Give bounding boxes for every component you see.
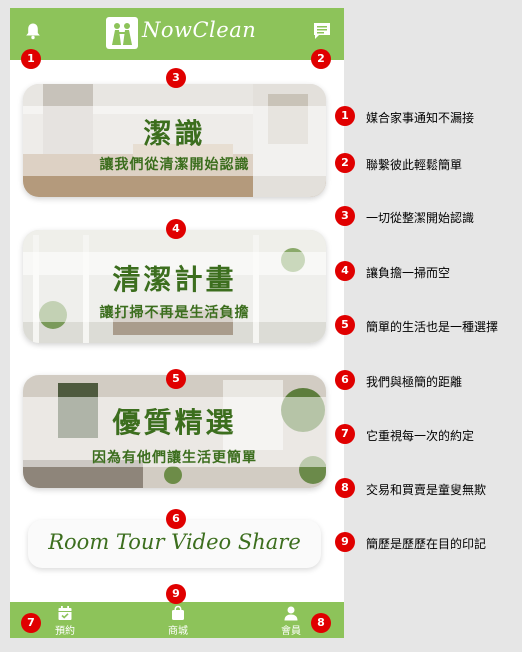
badge-3: 3 [166, 68, 186, 88]
legend-badge-3: 3 [335, 206, 355, 226]
badge-5: 5 [166, 369, 186, 389]
legend-badge-7: 7 [335, 424, 355, 444]
calendar-icon [58, 606, 72, 620]
badge-6: 6 [166, 509, 186, 529]
legend-badge-6: 6 [335, 370, 355, 390]
legend-text-3: 一切從整潔開始認識 [366, 211, 475, 225]
video-banner-label: Room Tour Video Share [48, 530, 301, 554]
badge-4: 4 [166, 219, 186, 239]
card-title: 潔識 [143, 117, 206, 150]
legend-badge-8: 8 [335, 478, 355, 498]
legend-badge-9: 9 [335, 532, 355, 552]
legend-text-4: 讓負擔一掃而空 [366, 266, 451, 280]
badge-1: 1 [21, 49, 41, 69]
phone-screen: NowClean 潔識 讓我們從清潔開始認識 清潔計畫 讓打掃不再是生活負擔 優… [10, 8, 344, 638]
card-title: 清潔計畫 [112, 263, 237, 296]
card-subtitle: 讓打掃不再是生活負擔 [99, 305, 250, 321]
legend-text-2: 聯繫彼此輕鬆簡單 [366, 158, 463, 172]
user-icon [284, 606, 298, 621]
tab-booking[interactable]: 預約 [35, 602, 95, 638]
tab-shop[interactable]: 商城 [148, 602, 208, 638]
bell-icon[interactable] [24, 22, 42, 40]
legend-text-6: 我們與極簡的距離 [366, 375, 463, 389]
card-clean-knowledge[interactable]: 潔識 讓我們從清潔開始認識 [23, 84, 326, 197]
card-title: 優質精選 [112, 406, 237, 439]
legend-text-9: 簡歷是歷歷在目的印記 [366, 537, 487, 551]
legend-text-8: 交易和買賣是童叟無欺 [366, 483, 487, 497]
card-subtitle: 因為有他們讓生活更簡單 [92, 450, 257, 466]
legend-text-5: 簡單的生活也是一種選擇 [366, 320, 499, 334]
legend-badge-1: 1 [335, 106, 355, 126]
badge-8: 8 [311, 613, 331, 633]
logo-text: NowClean [142, 18, 257, 42]
card-cleaning-plan[interactable]: 清潔計畫 讓打掃不再是生活負擔 [23, 230, 326, 343]
bottom-nav: 預約 商城 會員 [10, 602, 344, 638]
logo-icon [106, 17, 138, 49]
shop-bag-icon [172, 605, 184, 620]
legend-badge-4: 4 [335, 261, 355, 281]
card-quality-picks[interactable]: 優質精選 因為有他們讓生活更簡單 [23, 375, 326, 488]
top-bar: NowClean [10, 8, 344, 60]
tab-booking-label: 預約 [55, 626, 75, 637]
chat-icon[interactable] [312, 22, 332, 40]
badge-2: 2 [311, 49, 331, 69]
legend-badge-5: 5 [335, 315, 355, 335]
badge-7: 7 [21, 613, 41, 633]
legend-text-1: 媒合家事通知不漏接 [366, 111, 475, 125]
badge-9: 9 [166, 584, 186, 604]
card-subtitle: 讓我們從清潔開始認識 [99, 157, 250, 173]
tab-shop-label: 商城 [168, 626, 188, 637]
legend-text-7: 它重視每一次的約定 [366, 429, 475, 443]
legend-badge-2: 2 [335, 153, 355, 173]
